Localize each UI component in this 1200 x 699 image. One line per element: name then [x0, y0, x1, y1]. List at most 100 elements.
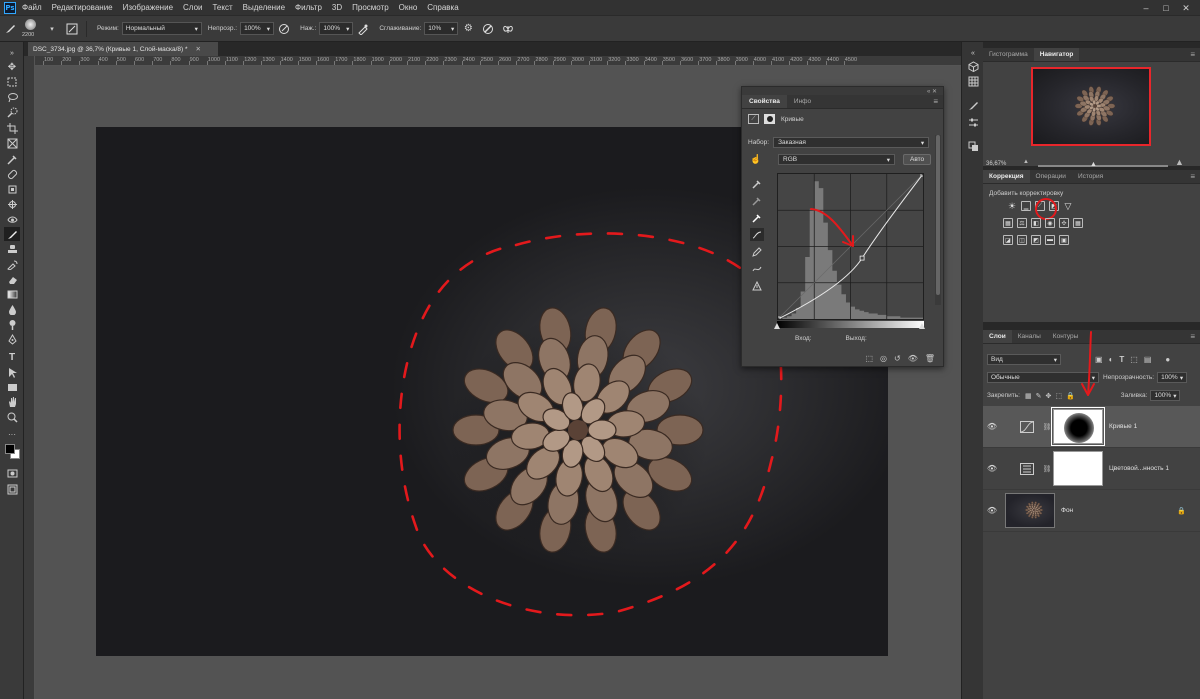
tab-paths[interactable]: Контуры [1047, 330, 1085, 343]
chevron-down-icon[interactable]: ▾ [45, 22, 59, 36]
marquee-tool-icon[interactable] [4, 75, 20, 89]
brightness-contrast-icon[interactable]: ☀ [1007, 201, 1017, 211]
dodge-tool-icon[interactable] [4, 317, 20, 331]
smoothing-field[interactable]: 10% ▾ [424, 22, 459, 35]
threshold-icon[interactable]: ◩ [1031, 235, 1041, 245]
menu-window[interactable]: Окно [399, 3, 418, 12]
quick-mask-icon[interactable] [4, 466, 20, 480]
brush-tool-icon[interactable] [3, 22, 17, 36]
mode-select[interactable]: Нормальный ▾ [121, 22, 202, 35]
rectangle-tool-icon[interactable] [4, 380, 20, 394]
visibility-eye-icon[interactable]: 👁 [983, 422, 1001, 431]
filter-toggle-icon[interactable]: ● [1165, 355, 1170, 364]
panel-menu-icon[interactable]: ≡ [933, 95, 938, 108]
brushes-panel-icon[interactable] [966, 98, 980, 112]
curve-point[interactable] [920, 171, 926, 177]
layer-row-hue-saturation[interactable]: 👁 ⛓ Цветовой...нность 1 [983, 448, 1200, 490]
maximize-button[interactable]: □ [1156, 3, 1176, 13]
lock-artboard-icon[interactable]: ⬚ [1055, 392, 1062, 400]
zoom-in-icon[interactable]: ▲ [1175, 157, 1184, 167]
mask-icon[interactable] [764, 114, 775, 124]
tab-info[interactable]: Инфо [787, 95, 818, 108]
curves-adjustment-icon[interactable]: ⟋ [748, 114, 759, 124]
posterize-icon[interactable]: ◫ [1017, 235, 1027, 245]
tab-properties[interactable]: Свойства [742, 95, 787, 108]
layer-row-curves[interactable]: 👁 ⛓ Кривые 1 [983, 406, 1200, 448]
color-swatches[interactable] [3, 442, 23, 462]
sample-gray-point-icon[interactable] [750, 194, 764, 207]
menu-select[interactable]: Выделение [243, 3, 285, 12]
move-tool-icon[interactable]: ✥ [4, 60, 20, 74]
tab-layers[interactable]: Слои [983, 330, 1012, 343]
curve-point[interactable] [859, 255, 865, 261]
menu-edit[interactable]: Редактирование [52, 3, 113, 12]
sample-white-point-icon[interactable] [750, 211, 764, 224]
opacity-field[interactable]: 100% ▾ [240, 22, 275, 35]
vibrance-icon[interactable]: ▽ [1063, 201, 1073, 211]
filter-shape-icon[interactable]: ⬚ [1130, 355, 1138, 364]
levels-icon[interactable]: ▁ [1021, 201, 1031, 211]
visibility-eye-icon[interactable]: 👁 [983, 464, 1001, 473]
tab-navigator[interactable]: Навигатор [1033, 48, 1080, 61]
tab-actions[interactable]: Операции [1030, 170, 1072, 183]
gradient-tool-icon[interactable] [4, 287, 20, 301]
tab-adjustments[interactable]: Коррекция [983, 170, 1030, 183]
curves-graph[interactable] [775, 171, 926, 322]
foreground-color-swatch[interactable] [5, 444, 15, 454]
crop-tool-icon[interactable] [4, 121, 20, 135]
close-window-button[interactable]: ✕ [1176, 3, 1196, 14]
pen-tool-icon[interactable] [4, 332, 20, 346]
link-chain-icon[interactable]: ⛓ [1041, 465, 1053, 473]
menu-file[interactable]: Файл [22, 3, 42, 12]
layer-mask-thumbnail[interactable] [1053, 451, 1103, 486]
photo-filter-icon[interactable]: ◉ [1045, 218, 1055, 228]
invert-icon[interactable]: ◪ [1003, 235, 1013, 245]
patch-tool-icon[interactable] [4, 182, 20, 196]
navigator-zoom-value[interactable]: 36,67% [986, 161, 1006, 167]
navigator-zoom-slider[interactable]: ▲ [1038, 161, 1168, 168]
collapse-panel-icon[interactable]: « ✕ [927, 88, 937, 95]
clip-to-layer-icon[interactable]: ⬚ [865, 354, 873, 363]
clone-source-icon[interactable] [966, 139, 980, 153]
type-tool-icon[interactable]: T [4, 350, 20, 364]
more-tools-icon[interactable]: ··· [4, 427, 20, 441]
zoom-tool-icon[interactable] [4, 410, 20, 424]
layer-opacity-field[interactable]: 100% ▾ [1157, 372, 1188, 383]
lock-image-icon[interactable]: ✎ [1036, 392, 1042, 400]
menu-type[interactable]: Текст [212, 3, 232, 12]
menu-image[interactable]: Изображение [123, 3, 173, 12]
slider-knob-icon[interactable]: ▲ [1090, 161, 1097, 168]
panel-menu-icon[interactable]: ≡ [1190, 170, 1195, 183]
selective-color-icon[interactable]: ▣ [1059, 235, 1069, 245]
red-eye-tool-icon[interactable] [4, 212, 20, 226]
zoom-out-icon[interactable]: ▲ [1023, 159, 1029, 165]
hand-tool-icon[interactable] [4, 395, 20, 409]
properties-scrollbar[interactable] [935, 135, 941, 305]
white-point-slider[interactable] [919, 323, 925, 329]
visibility-eye-icon[interactable]: 👁 [908, 354, 918, 363]
layer-mask-thumbnail[interactable] [1051, 407, 1105, 446]
edit-points-curve-icon[interactable] [750, 228, 764, 241]
color-lookup-icon[interactable]: ▦ [1073, 218, 1083, 228]
black-white-icon[interactable]: ◧ [1031, 218, 1041, 228]
tab-histogram[interactable]: Гистограмма [983, 48, 1034, 61]
ruler-horizontal[interactable]: 100 200 300 400 500 600 700 800 900 1000 1100 1200 1… [35, 56, 961, 66]
smooth-curve-icon[interactable] [750, 262, 764, 275]
tab-history[interactable]: История [1072, 170, 1109, 183]
brush-tool-icon[interactable] [4, 227, 20, 241]
minimize-button[interactable]: – [1136, 3, 1156, 13]
eyedropper-tool-icon[interactable] [4, 152, 20, 166]
filter-adjustment-icon[interactable]: ◐ [1109, 355, 1114, 364]
blur-tool-icon[interactable] [4, 302, 20, 316]
view-previous-state-icon[interactable]: ◎ [880, 354, 887, 363]
ruler-vertical[interactable] [24, 56, 35, 699]
auto-button[interactable]: Авто [903, 154, 932, 165]
draw-curve-pencil-icon[interactable] [750, 245, 764, 258]
expand-panels-icon[interactable]: « [966, 46, 980, 60]
color-balance-icon[interactable]: ⚖ [1017, 218, 1027, 228]
brush-panel-toggle-icon[interactable] [65, 22, 79, 36]
blend-mode-select[interactable]: Обычные ▾ [987, 372, 1099, 383]
channel-select[interactable]: RGB ▾ [778, 154, 895, 165]
pressure-opacity-icon[interactable] [277, 22, 291, 36]
frame-tool-icon[interactable] [4, 136, 20, 150]
